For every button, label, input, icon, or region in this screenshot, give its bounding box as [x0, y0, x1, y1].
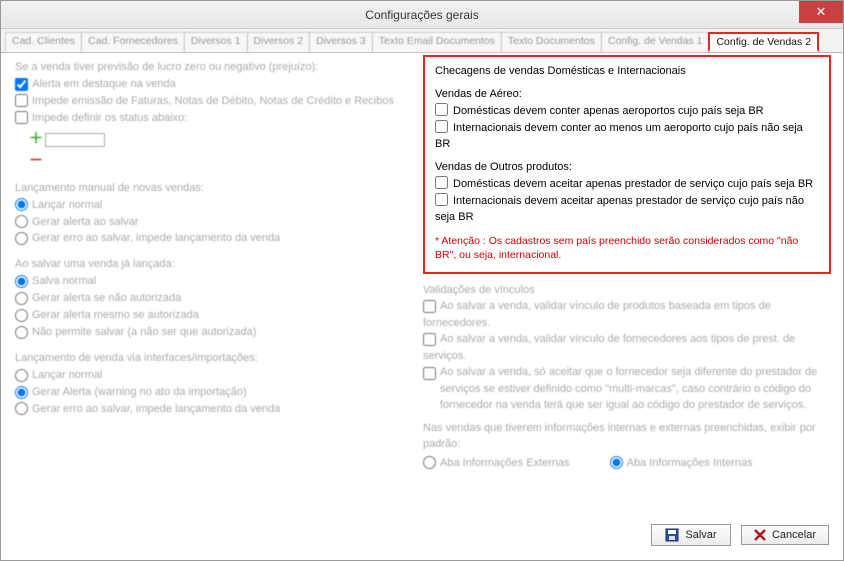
plus-icon[interactable]: ＋: [29, 130, 43, 146]
lbl-info-externas: Aba Informações Externas: [440, 457, 570, 469]
lbl-g3c: Gerar erro ao salvar, impede lançamento …: [32, 403, 280, 415]
lbl-outros-domesticas: Domésticas devem aceitar apenas prestado…: [453, 178, 813, 190]
close-button[interactable]: ✕: [799, 1, 843, 23]
lbl-g1c: Gerar erro ao salvar, impede lançamento …: [32, 232, 280, 244]
lbl-impede-emissao: Impede emissão de Faturas, Notas de Débi…: [32, 95, 394, 107]
chk-aereo-domesticas-row: Domésticas devem conter apenas aeroporto…: [435, 103, 819, 120]
left-heading-1: Se a venda tiver previsão de lucro zero …: [15, 60, 415, 76]
box-heading: Checagens de vendas Domésticas e Interna…: [435, 63, 819, 80]
chk-outros-domesticas[interactable]: [435, 176, 448, 189]
tab-diversos-1[interactable]: Diversos 1: [184, 32, 248, 52]
attention-text: * Atenção : Os cadastros sem país preenc…: [435, 234, 819, 262]
tab-cad-fornecedores[interactable]: Cad. Fornecedores: [81, 32, 185, 52]
lbl-outros-internacionais: Internacionais devem aceitar apenas pres…: [435, 195, 804, 224]
cancel-button[interactable]: Cancelar: [741, 525, 829, 545]
chk-impede-emissao[interactable]: [15, 94, 28, 107]
chk-outros-internacionais[interactable]: [435, 193, 448, 206]
lbl-g3b: Gerar Alerta (warning no ato da importaç…: [32, 386, 247, 398]
chk-outros-internacionais-row: Internacionais devem aceitar apenas pres…: [435, 193, 819, 226]
rad-info-externas[interactable]: [423, 456, 436, 469]
window-title: Configurações gerais: [365, 8, 478, 22]
cancel-button-label: Cancelar: [772, 529, 816, 541]
footer: Salvar Cancelar: [1, 518, 843, 560]
group-salvar-heading: Ao salvar uma venda já lançada:: [15, 257, 415, 273]
outros-heading: Vendas de Outros produtos:: [435, 159, 819, 176]
rad-g3a[interactable]: [15, 369, 28, 382]
tab-config-vendas-1[interactable]: Config. de Vendas 1: [601, 32, 710, 52]
lbl-impede-status: Impede definir os status abaixo:: [32, 112, 187, 124]
left-column: Se a venda tiver previsão de lucro zero …: [15, 59, 415, 419]
lbl-g2b: Gerar alerta se não autorizada: [32, 292, 181, 304]
lbl-info-internas: Aba Informações Internas: [627, 457, 753, 469]
chk-vinc-2[interactable]: [423, 333, 436, 346]
rad-g3b[interactable]: [15, 386, 28, 399]
rad-info-internas[interactable]: [610, 456, 623, 469]
chk-vinc-1[interactable]: [423, 300, 436, 313]
lbl-g2c: Gerar alerta mesmo se autorizada: [32, 309, 199, 321]
minus-icon[interactable]: －: [29, 152, 43, 168]
lbl-alerta-destaque: Alerta em destaque na venda: [32, 78, 176, 90]
lbl-vinc-1: Ao salvar a venda, validar vínculo de pr…: [423, 300, 771, 329]
rad-g1c[interactable]: [15, 232, 28, 245]
content-area: Se a venda tiver previsão de lucro zero …: [1, 53, 843, 520]
lbl-vinc-3: Ao salvar a venda, só aceitar que o forn…: [440, 364, 831, 414]
lbl-aereo-domesticas: Domésticas devem conter apenas aeroporto…: [453, 105, 764, 117]
save-button[interactable]: Salvar: [651, 524, 731, 546]
lbl-vinc-2: Ao salvar a venda, validar vínculo de fo…: [423, 333, 795, 362]
group-interfaces-heading: Lançamento de venda via interfaces/impor…: [15, 351, 415, 367]
tab-texto-email-documentos[interactable]: Texto Email Documentos: [372, 32, 502, 52]
cancel-icon: [754, 529, 766, 541]
chk-aereo-internacionais-row: Internacionais devem conter ao menos um …: [435, 120, 819, 153]
tab-diversos-2[interactable]: Diversos 2: [247, 32, 311, 52]
rad-g3c[interactable]: [15, 402, 28, 415]
highlighted-checagens-box: Checagens de vendas Domésticas e Interna…: [423, 55, 831, 274]
aereo-heading: Vendas de Aéreo:: [435, 86, 819, 103]
rad-g2c[interactable]: [15, 309, 28, 322]
right-column: Checagens de vendas Domésticas e Interna…: [423, 55, 831, 471]
tab-cad-clientes[interactable]: Cad. Clientes: [5, 32, 82, 52]
rad-g1b[interactable]: [15, 215, 28, 228]
rad-g2a[interactable]: [15, 275, 28, 288]
chk-vinc-3[interactable]: [423, 367, 436, 380]
tab-texto-documentos[interactable]: Texto Documentos: [501, 32, 602, 52]
rad-g2b[interactable]: [15, 292, 28, 305]
lbl-aereo-internacionais: Internacionais devem conter ao menos um …: [435, 122, 803, 151]
tab-diversos-3[interactable]: Diversos 3: [309, 32, 373, 52]
validacoes-heading: Validações de vínculos: [423, 282, 831, 299]
lbl-g1a: Lançar normal: [32, 199, 102, 211]
chk-impede-status[interactable]: [15, 111, 28, 124]
rad-g1a[interactable]: [15, 198, 28, 211]
chk-alerta-destaque[interactable]: [15, 78, 28, 91]
lbl-g3a: Lançar normal: [32, 369, 102, 381]
group-lanc-manual-heading: Lançamento manual de novas vendas:: [15, 181, 415, 197]
close-icon: ✕: [816, 4, 827, 20]
tab-strip: Cad. Clientes Cad. Fornecedores Diversos…: [1, 29, 843, 53]
tab-config-vendas-2[interactable]: Config. de Vendas 2: [708, 32, 819, 52]
chk-outros-domesticas-row: Domésticas devem aceitar apenas prestado…: [435, 176, 819, 193]
lbl-g2a: Salva normal: [32, 275, 96, 287]
info-padrao-heading: Nas vendas que tiverem informações inter…: [423, 420, 831, 453]
chk-aereo-internacionais[interactable]: [435, 120, 448, 133]
status-input[interactable]: [45, 133, 105, 147]
save-icon: [665, 528, 679, 542]
lbl-g2d: Não permite salvar (a não ser que autori…: [32, 326, 256, 338]
rad-g2d[interactable]: [15, 326, 28, 339]
lbl-g1b: Gerar alerta ao salvar: [32, 216, 138, 228]
chk-aereo-domesticas[interactable]: [435, 103, 448, 116]
titlebar: Configurações gerais ✕: [1, 1, 843, 29]
save-button-label: Salvar: [685, 529, 716, 541]
below-box: Validações de vínculos Ao salvar a venda…: [423, 282, 831, 472]
